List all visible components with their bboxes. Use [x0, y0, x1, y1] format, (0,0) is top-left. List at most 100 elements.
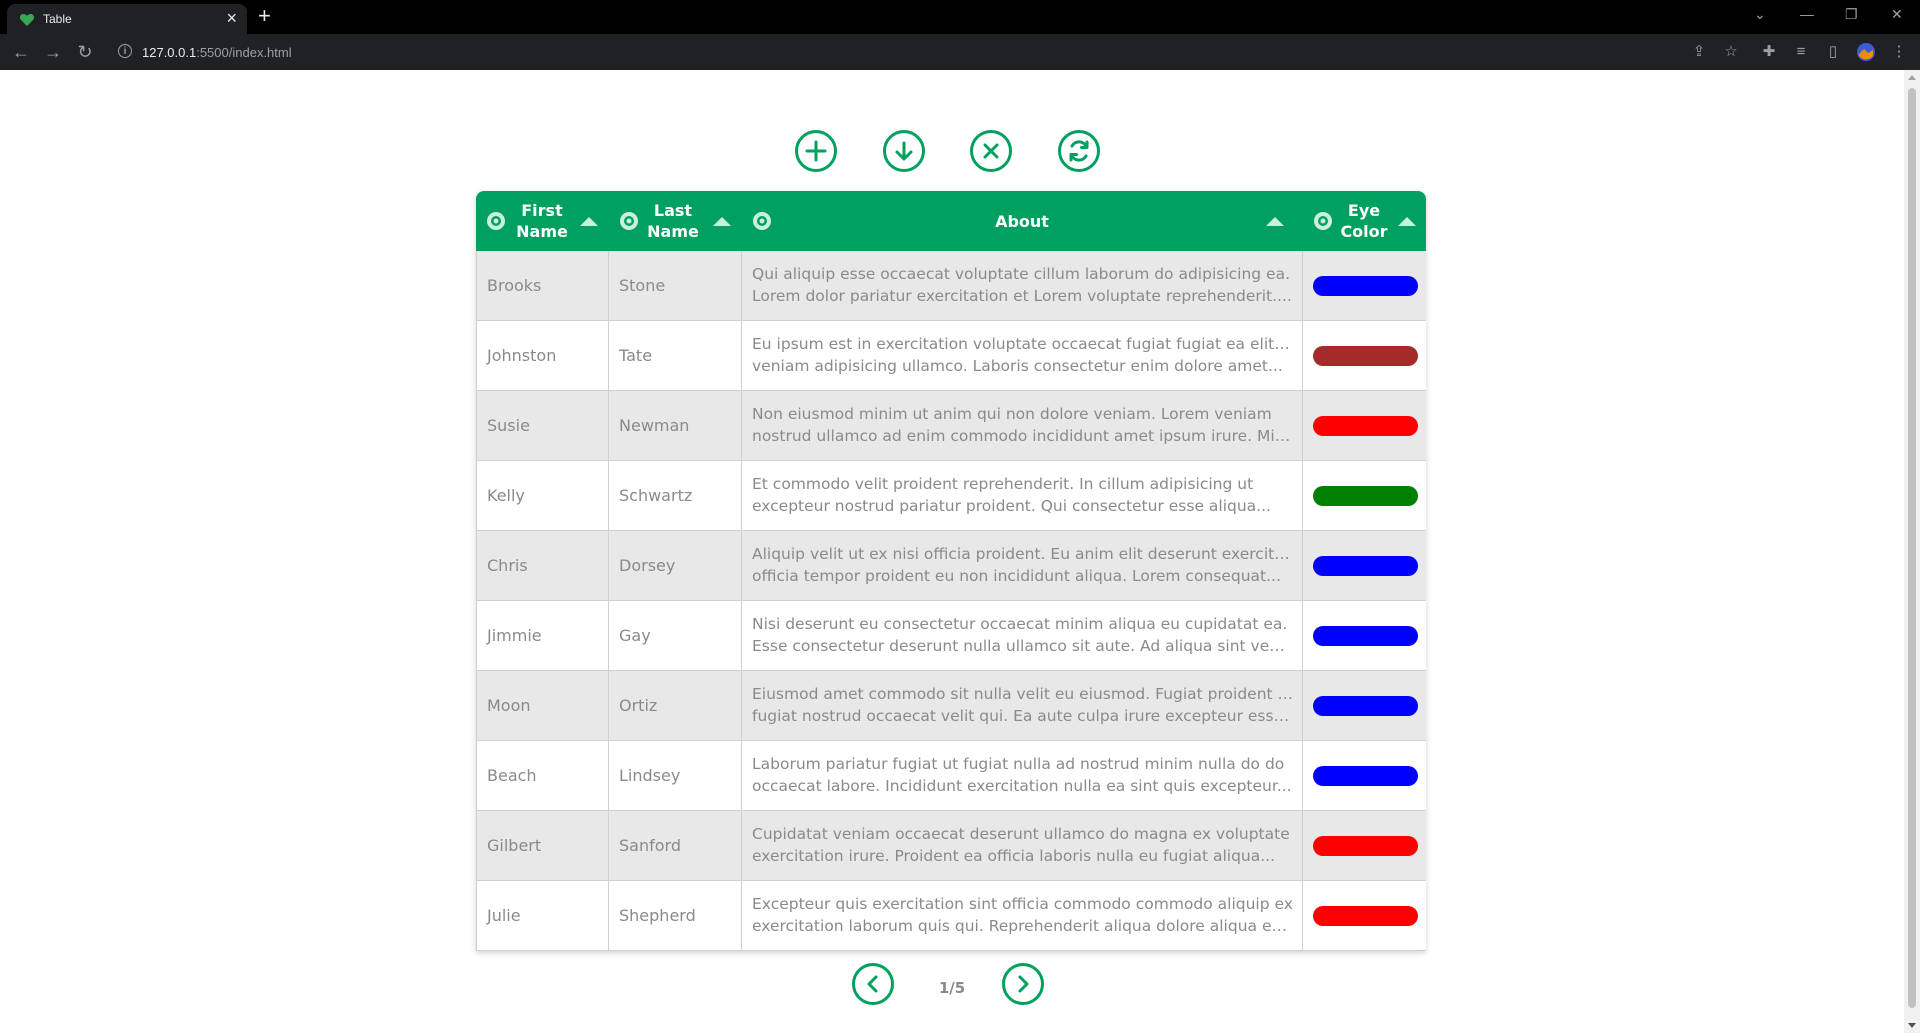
cell-first-name[interactable]: Chris	[476, 531, 609, 601]
cell-eye-color[interactable]	[1303, 391, 1426, 461]
data-table: First Name Last Name About Eye Color Bro…	[476, 191, 1426, 951]
tab-search-icon[interactable]: ⌄	[1754, 6, 1766, 23]
back-icon[interactable]: ←	[11, 42, 31, 62]
sort-up-icon[interactable]	[1398, 217, 1416, 226]
eye-toggle-icon[interactable]	[1313, 211, 1333, 231]
forward-icon[interactable]: →	[43, 42, 63, 62]
cell-first-name[interactable]: Brooks	[476, 251, 609, 321]
site-info-icon[interactable]: i	[118, 44, 132, 58]
about-text: Eu ipsum est in exercitation voluptate o…	[752, 335, 1294, 375]
extensions-icon[interactable]: ✚	[1759, 42, 1779, 62]
cell-last-name[interactable]: Dorsey	[609, 531, 742, 601]
last-name-text: Newman	[619, 416, 690, 435]
add-button[interactable]	[795, 130, 837, 172]
cell-first-name[interactable]: Gilbert	[476, 811, 609, 881]
new-tab-icon[interactable]: +	[258, 5, 271, 27]
minimize-icon[interactable]: —	[1800, 6, 1814, 22]
column-header-eye-color[interactable]: Eye Color	[1303, 191, 1426, 251]
cell-first-name[interactable]: Moon	[476, 671, 609, 741]
eye-toggle-icon[interactable]	[752, 211, 772, 231]
browser-tab[interactable]: Table ×	[7, 4, 247, 34]
sort-up-icon[interactable]	[580, 217, 598, 226]
cell-last-name[interactable]: Sanford	[609, 811, 742, 881]
page-scrollbar[interactable]	[1904, 70, 1920, 1033]
menu-kebab-icon[interactable]: ⋮	[1889, 42, 1909, 62]
cell-last-name[interactable]: Ortiz	[609, 671, 742, 741]
cell-eye-color[interactable]	[1303, 531, 1426, 601]
clear-button[interactable]	[970, 130, 1012, 172]
heart-icon	[19, 14, 35, 26]
bookmark-star-icon[interactable]: ☆	[1721, 42, 1741, 62]
window-close-icon[interactable]: ✕	[1891, 6, 1903, 23]
cell-last-name[interactable]: Newman	[609, 391, 742, 461]
scroll-up-icon[interactable]	[1908, 75, 1916, 80]
address-bar[interactable]: i 127.0.0.1:5500/index.html	[108, 38, 1728, 66]
cell-about[interactable]: Non eiusmod minim ut anim qui non dolore…	[742, 391, 1303, 461]
cell-last-name[interactable]: Shepherd	[609, 881, 742, 951]
previous-page-button[interactable]	[852, 963, 894, 1005]
eye-toggle-icon[interactable]	[486, 211, 506, 231]
cell-about[interactable]: Qui aliquip esse occaecat voluptate cill…	[742, 251, 1303, 321]
cell-first-name[interactable]: Kelly	[476, 461, 609, 531]
share-icon[interactable]: ⇪	[1689, 42, 1709, 62]
column-header-last-name[interactable]: Last Name	[609, 191, 742, 251]
table-header: First Name Last Name About Eye Color	[476, 191, 1426, 251]
cell-about[interactable]: Excepteur quis exercitation sint officia…	[742, 881, 1303, 951]
cell-first-name[interactable]: Beach	[476, 741, 609, 811]
cell-last-name[interactable]: Gay	[609, 601, 742, 671]
cell-last-name[interactable]: Stone	[609, 251, 742, 321]
column-header-first-name[interactable]: First Name	[476, 191, 609, 251]
scroll-down-icon[interactable]	[1908, 1023, 1916, 1028]
cell-eye-color[interactable]	[1303, 601, 1426, 671]
table-row[interactable]: Johnston Tate Eu ipsum est in exercitation…	[476, 321, 1426, 391]
next-page-button[interactable]	[1002, 963, 1044, 1005]
about-text: Laborum pariatur fugiat ut fugiat nulla …	[752, 755, 1292, 795]
cell-last-name[interactable]: Schwartz	[609, 461, 742, 531]
cell-first-name[interactable]: Julie	[476, 881, 609, 951]
scrollbar-thumb[interactable]	[1908, 88, 1916, 1008]
table-row[interactable]: Susie Newman Non eiusmod minim ut anim qui…	[476, 391, 1426, 461]
table-row[interactable]: Julie Shepherd Excepteur quis exercitation…	[476, 881, 1426, 951]
last-name-text: Gay	[619, 626, 651, 645]
table-row[interactable]: Chris Dorsey Aliquip velit ut ex nisi offi…	[476, 531, 1426, 601]
cell-eye-color[interactable]	[1303, 461, 1426, 531]
download-button[interactable]	[883, 130, 925, 172]
table-row[interactable]: Beach Lindsey Laborum pariatur fugiat ut f…	[476, 741, 1426, 811]
restore-icon[interactable]: ❐	[1845, 6, 1858, 23]
cell-eye-color[interactable]	[1303, 251, 1426, 321]
cell-first-name[interactable]: Johnston	[476, 321, 609, 391]
avatar[interactable]	[1856, 42, 1876, 62]
cell-about[interactable]: Nisi deserunt eu consectetur occaecat mi…	[742, 601, 1303, 671]
cell-eye-color[interactable]	[1303, 741, 1426, 811]
sort-up-icon[interactable]	[1266, 217, 1284, 226]
cell-first-name[interactable]: Jimmie	[476, 601, 609, 671]
cell-about[interactable]: Aliquip velit ut ex nisi officia proiden…	[742, 531, 1303, 601]
sort-up-icon[interactable]	[713, 217, 731, 226]
cell-eye-color[interactable]	[1303, 321, 1426, 391]
cell-about[interactable]: Laborum pariatur fugiat ut fugiat nulla …	[742, 741, 1303, 811]
table-row[interactable]: Gilbert Sanford Cupidatat veniam occaecat …	[476, 811, 1426, 881]
eye-toggle-icon[interactable]	[619, 211, 639, 231]
table-row[interactable]: Jimmie Gay Nisi deserunt eu consectetur oc…	[476, 601, 1426, 671]
cell-last-name[interactable]: Tate	[609, 321, 742, 391]
cell-eye-color[interactable]	[1303, 811, 1426, 881]
cell-first-name[interactable]: Susie	[476, 391, 609, 461]
table-row[interactable]: Moon Ortiz Eiusmod amet commodo sit nulla …	[476, 671, 1426, 741]
media-queue-icon[interactable]: ≡	[1791, 42, 1811, 62]
last-name-text: Sanford	[619, 836, 681, 855]
table-row[interactable]: Brooks Stone Qui aliquip esse occaecat vol…	[476, 251, 1426, 321]
cell-about[interactable]: Eiusmod amet commodo sit nulla velit eu …	[742, 671, 1303, 741]
table-row[interactable]: Kelly Schwartz Et commodo velit proident r…	[476, 461, 1426, 531]
cell-eye-color[interactable]	[1303, 671, 1426, 741]
column-header-about[interactable]: About	[742, 191, 1303, 251]
refresh-button[interactable]	[1058, 130, 1100, 172]
cell-last-name[interactable]: Lindsey	[609, 741, 742, 811]
cell-about[interactable]: Et commodo velit proident reprehenderit.…	[742, 461, 1303, 531]
cell-eye-color[interactable]	[1303, 881, 1426, 951]
cell-about[interactable]: Cupidatat veniam occaecat deserunt ullam…	[742, 811, 1303, 881]
about-text: Excepteur quis exercitation sint officia…	[752, 895, 1294, 935]
cell-about[interactable]: Eu ipsum est in exercitation voluptate o…	[742, 321, 1303, 391]
side-panel-icon[interactable]: ▯	[1823, 42, 1843, 62]
tab-close-icon[interactable]: ×	[226, 9, 237, 27]
reload-icon[interactable]: ↻	[75, 42, 95, 62]
